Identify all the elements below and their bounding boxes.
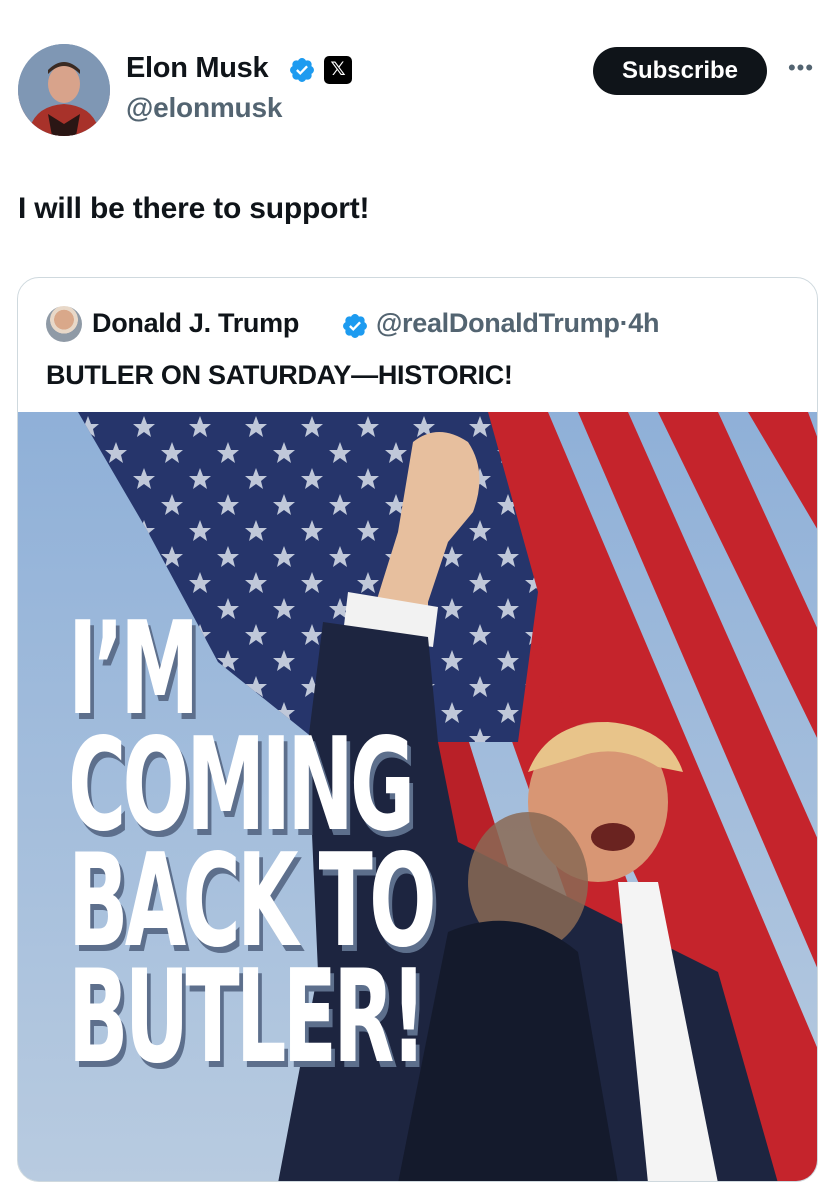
quoted-author-avatar bbox=[46, 306, 82, 342]
verified-badge-icon bbox=[290, 58, 314, 82]
author-avatar[interactable] bbox=[18, 44, 110, 136]
x-logo-icon: 𝕏 bbox=[324, 56, 352, 84]
quoted-post-image[interactable]: I’M COMING BACK TO BUTLER! bbox=[18, 412, 817, 1181]
quoted-post-text: BUTLER ON SATURDAY—HISTORIC! bbox=[46, 360, 513, 390]
author-handle[interactable]: @elonmusk bbox=[126, 92, 282, 124]
quoted-author-name: Donald J. Trump bbox=[92, 308, 300, 338]
verified-badge-icon bbox=[343, 314, 367, 338]
image-headline: I’M COMING BACK TO BUTLER! bbox=[68, 606, 588, 1092]
quoted-author-handle: @realDonaldTrump·4h bbox=[376, 308, 660, 338]
more-options-icon[interactable]: ••• bbox=[784, 57, 818, 82]
subscribe-button[interactable]: Subscribe bbox=[593, 47, 767, 95]
quoted-post-card[interactable]: Donald J. Trump @realDonaldTrump·4h BUTL… bbox=[17, 277, 818, 1182]
post-text: I will be there to support! bbox=[18, 192, 370, 225]
author-name[interactable]: Elon Musk bbox=[126, 52, 269, 85]
headline-line: BUTLER! bbox=[68, 943, 427, 1092]
